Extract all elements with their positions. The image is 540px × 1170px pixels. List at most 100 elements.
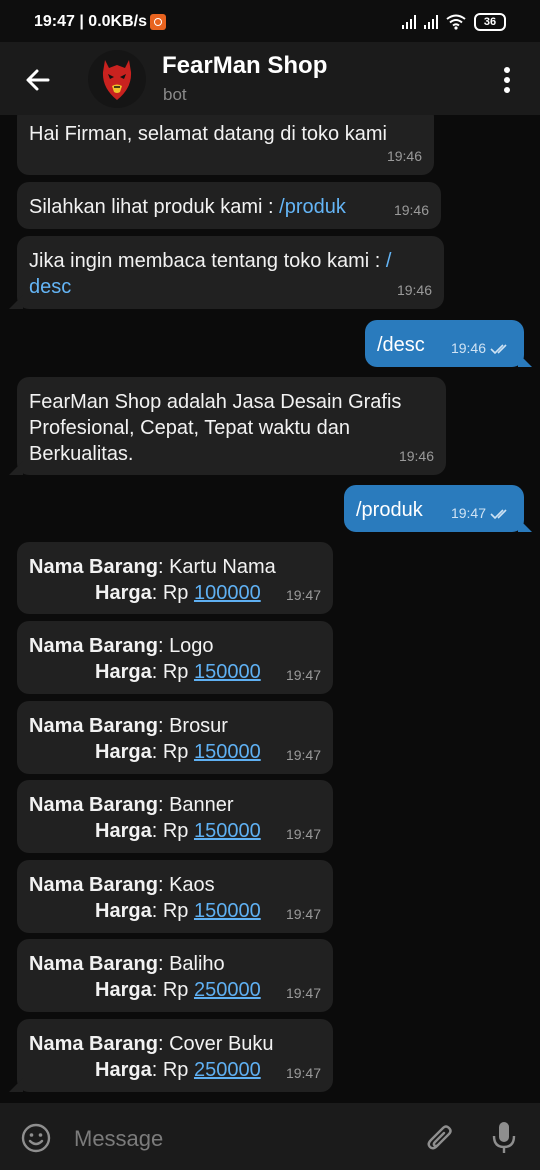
signal-icon (402, 15, 416, 29)
message-time: 19:47 (285, 667, 321, 683)
product-price-label: Harga (95, 582, 152, 604)
mask-logo-icon (102, 60, 132, 100)
status-time: 19:47 | 0.0KB/s (34, 13, 147, 30)
message-time: 19:47 (285, 587, 321, 603)
currency: Rp (162, 979, 189, 1001)
message-text: Jika ingin membaca tentang toko kami : (29, 250, 386, 272)
product-name: Kartu Nama (169, 556, 276, 578)
product-name-label: Nama Barang (29, 874, 158, 896)
more-menu-button[interactable] (496, 60, 518, 100)
product-price-link[interactable]: 150000 (194, 741, 261, 763)
read-checkmarks-icon (490, 509, 507, 520)
product-price-link[interactable]: 250000 (194, 1059, 261, 1081)
message-text: Hai Firman, selamat datang di toko kami (29, 123, 387, 145)
product-price-label: Harga (95, 820, 152, 842)
message-time: 19:47 (285, 906, 321, 922)
message-time: 19:46 (451, 335, 512, 361)
product-name-label: Nama Barang (29, 715, 158, 737)
incoming-message[interactable]: FearMan Shop adalah Jasa Desain Grafis P… (9, 377, 446, 475)
product-price-label: Harga (95, 900, 152, 922)
product-message[interactable]: Nama Barang: Cover Buku Harga: Rp 250000… (9, 1019, 333, 1092)
currency: Rp (162, 1059, 189, 1081)
product-price-link[interactable]: 100000 (194, 582, 261, 604)
product-name: Kaos (169, 874, 215, 896)
message-text: /produk (356, 499, 423, 521)
message-composer (0, 1103, 540, 1170)
chat-title[interactable]: FearMan Shop (162, 52, 327, 80)
battery-icon: 36 (474, 13, 506, 31)
currency: Rp (162, 661, 189, 683)
bubble-tail (9, 1078, 23, 1092)
product-name-label: Nama Barang (29, 556, 158, 578)
status-icons: 36 (402, 13, 506, 31)
wifi-icon (446, 14, 466, 30)
bot-avatar[interactable] (88, 50, 146, 108)
product-name: Baliho (169, 953, 225, 975)
read-checkmarks-icon (490, 344, 507, 355)
message-input[interactable] (72, 1121, 406, 1157)
message-text: /desc (377, 334, 425, 356)
currency: Rp (162, 582, 189, 604)
product-price-label: Harga (95, 741, 152, 763)
message-time: 19:47 (285, 826, 321, 842)
product-price-link[interactable]: 250000 (194, 979, 261, 1001)
incoming-message[interactable]: Jika ingin membaca tentang toko kami : /… (9, 236, 444, 309)
message-time: 19:47 (451, 500, 512, 526)
product-price-label: Harga (95, 661, 152, 683)
back-button[interactable] (20, 62, 56, 98)
product-name-label: Nama Barang (29, 953, 158, 975)
command-link[interactable]: /produk (279, 196, 346, 218)
status-bar: 19:47 | 0.0KB/s 36 (0, 0, 540, 42)
signal-icon (424, 15, 438, 29)
product-message[interactable]: Nama Barang: Logo Harga: Rp 150000 19:47 (17, 621, 333, 694)
bubble-tail (518, 518, 532, 532)
microphone-button[interactable] (490, 1120, 518, 1156)
product-price-link[interactable]: 150000 (194, 661, 261, 683)
product-price-label: Harga (95, 1059, 152, 1081)
currency: Rp (162, 820, 189, 842)
emoji-button[interactable] (20, 1122, 52, 1154)
command-link[interactable]: / (386, 250, 392, 272)
currency: Rp (162, 741, 189, 763)
product-name: Banner (169, 794, 234, 816)
attach-button[interactable] (424, 1121, 456, 1155)
incoming-message[interactable]: Silahkan lihat produk kami : /produk 19:… (17, 182, 441, 229)
currency: Rp (162, 900, 189, 922)
product-message[interactable]: Nama Barang: Kaos Harga: Rp 150000 19:47 (17, 860, 333, 933)
product-name: Logo (169, 635, 214, 657)
product-name-label: Nama Barang (29, 635, 158, 657)
message-time: 19:46 (398, 448, 434, 464)
screen-recorder-icon (150, 14, 166, 30)
product-price-link[interactable]: 150000 (194, 900, 261, 922)
message-list[interactable]: Hai Firman, selamat datang di toko kami … (0, 115, 540, 1103)
product-name: Brosur (169, 715, 228, 737)
bubble-tail (518, 353, 532, 367)
chat-subtitle: bot (163, 85, 187, 104)
message-time: 19:47 (285, 747, 321, 763)
product-message[interactable]: Nama Barang: Banner Harga: Rp 150000 19:… (17, 780, 333, 853)
outgoing-message[interactable]: /desc 19:46 (365, 320, 532, 367)
product-name: Cover Buku (169, 1033, 274, 1055)
message-text: Silahkan lihat produk kami : (29, 196, 280, 218)
incoming-message[interactable]: Hai Firman, selamat datang di toko kami … (17, 115, 434, 175)
product-name-label: Nama Barang (29, 794, 158, 816)
message-time: 19:46 (393, 202, 429, 218)
product-price-label: Harga (95, 979, 152, 1001)
product-message[interactable]: Nama Barang: Baliho Harga: Rp 250000 19:… (17, 939, 333, 1012)
command-link[interactable]: desc (29, 274, 71, 300)
bubble-tail (9, 461, 23, 475)
message-time: 19:46 (396, 282, 432, 298)
product-message[interactable]: Nama Barang: Brosur Harga: Rp 150000 19:… (17, 701, 333, 774)
message-time: 19:47 (285, 985, 321, 1001)
product-price-link[interactable]: 150000 (194, 820, 261, 842)
message-text: Berkualitas. (29, 443, 134, 465)
message-text: Profesional, Cepat, Tepat waktu dan (29, 417, 350, 439)
message-time: 19:47 (285, 1065, 321, 1081)
bubble-tail (9, 295, 23, 309)
product-name-label: Nama Barang (29, 1033, 158, 1055)
outgoing-message[interactable]: /produk 19:47 (344, 485, 532, 532)
message-time: 19:46 (386, 148, 422, 164)
chat-header: FearMan Shop bot (0, 42, 540, 115)
product-message[interactable]: Nama Barang: Kartu Nama Harga: Rp 100000… (17, 542, 333, 614)
message-text: FearMan Shop adalah Jasa Desain Grafis (29, 391, 402, 413)
